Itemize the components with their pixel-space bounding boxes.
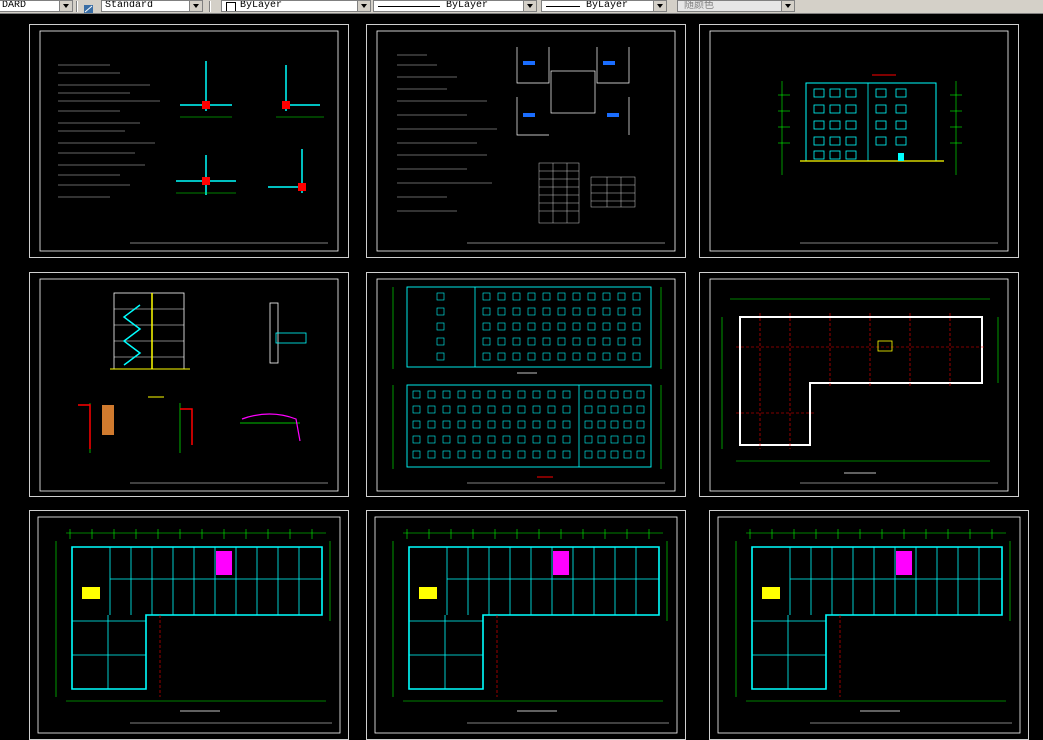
linetype-preview [378,6,440,7]
chevron-down-icon[interactable] [189,1,202,11]
drawing-sheet-side-elevation[interactable] [699,24,1019,258]
color-swatch-icon [226,2,236,11]
lineweight-select[interactable]: ByLayer [541,0,667,12]
toolbar-separator [76,1,78,12]
drawing-sheet-elevations[interactable] [366,272,686,497]
properties-toolbar: DARD Standard ByLayer ByLayer ByLayer 随颜… [0,0,1043,14]
text-style-select[interactable]: DARD [0,0,73,12]
dimstyle-manager-icon[interactable] [82,0,96,13]
dim-style-select[interactable]: Standard [101,0,203,12]
color-select[interactable]: ByLayer [221,0,371,12]
toolbar-separator [209,1,211,12]
drawing-sheet-section[interactable] [29,272,349,497]
chevron-down-icon[interactable] [523,1,536,11]
lineweight-preview [546,6,580,7]
plot-style-select[interactable]: 随颜色 [677,0,795,12]
chevron-down-icon[interactable] [653,1,666,11]
drawing-sheet-roof-plan[interactable] [699,272,1019,497]
linetype-select[interactable]: ByLayer [373,0,537,12]
drawing-sheet-floor-plan-1[interactable] [29,510,349,740]
drawing-sheet-floor-plan-2[interactable] [366,510,686,740]
chevron-down-icon[interactable] [781,1,794,11]
drawing-sheet-floor-plan-3[interactable] [709,510,1029,740]
chevron-down-icon[interactable] [357,1,370,11]
chevron-down-icon[interactable] [59,1,72,11]
drawing-sheet-details[interactable] [29,24,349,258]
drawing-sheet-notes[interactable] [366,24,686,258]
drawing-canvas[interactable] [0,14,1043,740]
